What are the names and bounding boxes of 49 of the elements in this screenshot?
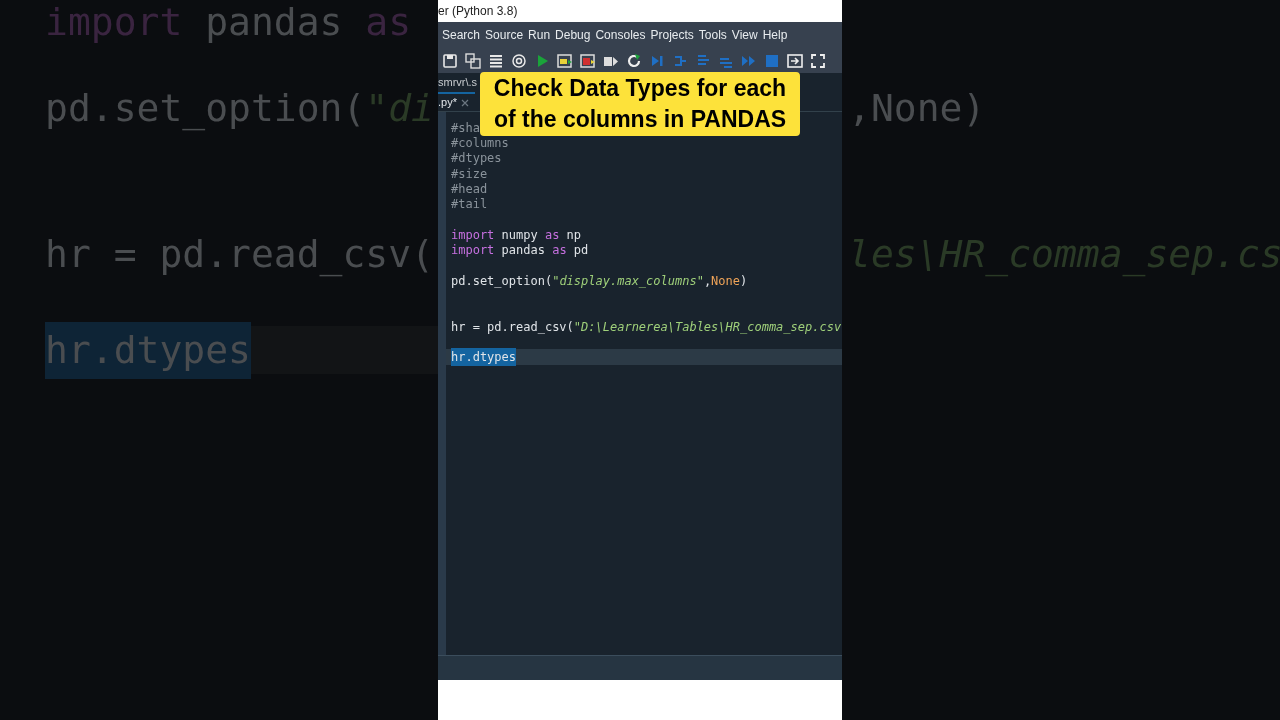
menu-item[interactable]: Projects xyxy=(650,26,694,44)
code-text: hr = pd.read_csv( xyxy=(45,230,434,279)
code-text: None xyxy=(711,272,740,290)
code-text: , xyxy=(703,272,712,290)
code-comment: #dtypes xyxy=(451,150,502,168)
code-text: import xyxy=(451,242,495,260)
code-text: pandas xyxy=(500,242,546,260)
code-comment: #sha xyxy=(451,119,480,137)
code-text: hr.dtypes xyxy=(45,321,251,379)
menu-item[interactable]: Debug xyxy=(555,26,591,44)
window-title: er (Python 3.8) xyxy=(438,3,518,20)
code-text: "display.max_columns" xyxy=(552,272,704,290)
code-text: "D:\Learnerea\Tables\HR_comma_sep.csv xyxy=(573,318,842,336)
file-path: smrvr\.s xyxy=(438,74,478,90)
menu-item[interactable]: View xyxy=(731,26,758,44)
save-icon[interactable] xyxy=(442,52,458,69)
run-cell-icon[interactable] xyxy=(557,52,573,69)
maximize-pane-icon[interactable] xyxy=(787,52,803,69)
rerun-icon[interactable] xyxy=(626,52,642,69)
code-text: pd.set_option( xyxy=(451,272,553,290)
code-text: pd xyxy=(572,242,589,260)
code-text: ) xyxy=(740,272,748,290)
menu-item[interactable]: Run xyxy=(528,26,551,44)
caption-text: Check Data Types for each xyxy=(493,74,787,103)
code-text: as xyxy=(544,226,560,244)
close-icon[interactable] xyxy=(460,98,469,107)
code-comment: #columns xyxy=(451,134,509,152)
fullscreen-icon[interactable] xyxy=(810,52,826,69)
code-comment: #head xyxy=(451,180,488,198)
code-text: numpy xyxy=(500,226,539,244)
code-comment: #size xyxy=(451,165,488,183)
code-text: pandas xyxy=(204,0,344,46)
code-text: as xyxy=(552,242,567,260)
code-text: hr.dtypes xyxy=(451,348,517,367)
menu-item[interactable]: Source xyxy=(485,26,524,44)
menu-item[interactable]: Consoles xyxy=(595,26,646,44)
code-text: pd.set_option( xyxy=(45,84,366,133)
list-icon[interactable] xyxy=(488,52,504,69)
editor-tab[interactable]: .py* xyxy=(438,92,475,111)
code-text: import xyxy=(451,226,495,244)
code-text: np xyxy=(565,226,582,244)
menu-item[interactable]: Tools xyxy=(698,26,727,44)
run-cell-advance-icon[interactable] xyxy=(580,52,596,69)
menu-item[interactable]: Search xyxy=(442,26,481,44)
code-comment: #tail xyxy=(451,196,488,214)
code-text: hr = pd.read_csv( xyxy=(451,318,574,336)
save-all-icon[interactable] xyxy=(465,52,481,69)
menu-item[interactable]: Help xyxy=(762,26,788,44)
code-text: ,None) xyxy=(848,84,986,132)
